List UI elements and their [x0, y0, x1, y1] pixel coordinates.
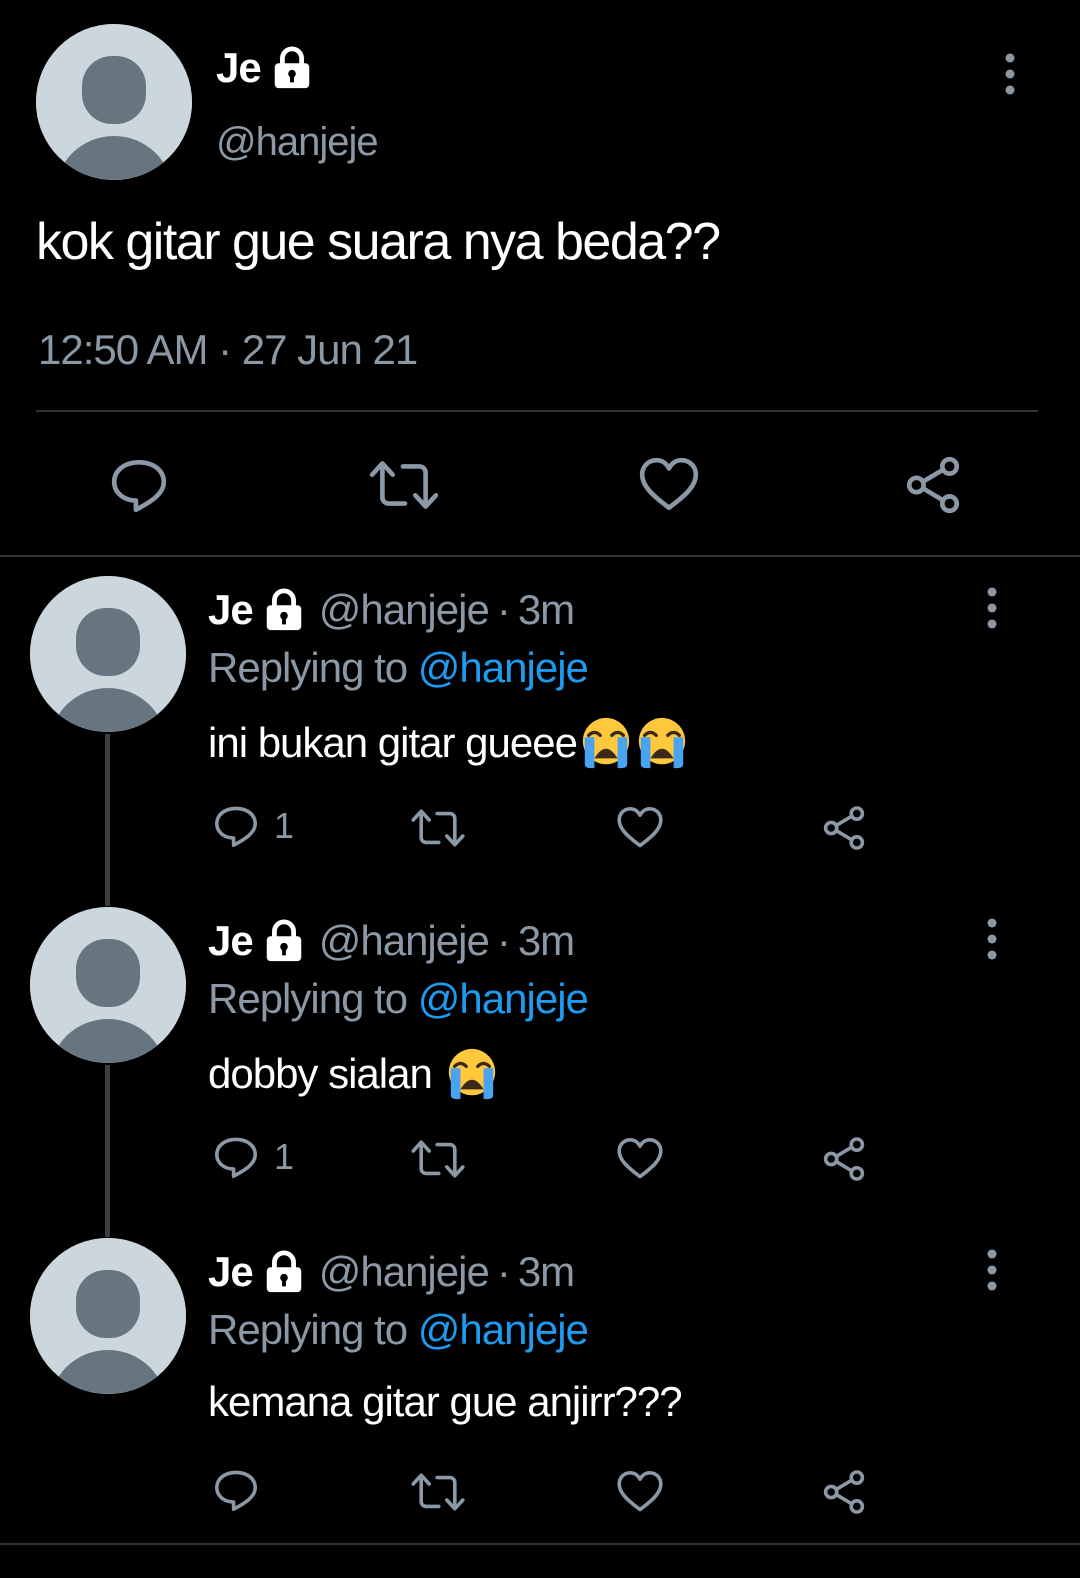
reply-text: dobby sialan — [208, 1047, 499, 1101]
reply-button[interactable] — [212, 1466, 260, 1514]
reply-text-content: kemana gitar gue anjirr??? — [208, 1378, 683, 1425]
more-vertical-icon[interactable] — [984, 1248, 1000, 1292]
thread-connector-line — [105, 734, 110, 906]
retweet-icon — [410, 804, 466, 852]
reply-text-content: dobby sialan — [208, 1050, 443, 1097]
loudly-crying-face-emoji — [635, 716, 689, 770]
display-name[interactable]: Je — [216, 44, 315, 92]
reply-header: Je @hanjeje · 3m — [208, 586, 575, 634]
reply-header: Je @hanjeje · 3m — [208, 917, 575, 965]
default-profile-icon — [30, 576, 186, 732]
like-button[interactable] — [638, 454, 700, 516]
like-icon — [616, 1135, 664, 1183]
avatar[interactable] — [30, 907, 186, 1063]
share-icon — [820, 1468, 868, 1516]
reply-count: 1 — [274, 805, 295, 846]
default-profile-icon — [30, 907, 186, 1063]
reply-tweet[interactable]: Je @hanjeje · 3m Replying to @hanjeje ke… — [0, 1218, 1080, 1549]
reply-button[interactable]: 1 — [212, 802, 294, 850]
loudly-crying-face-emoji — [579, 716, 633, 770]
separator: · — [496, 917, 511, 964]
retweet-button[interactable] — [410, 1135, 466, 1183]
display-name[interactable]: Je — [208, 1248, 254, 1296]
share-icon — [820, 804, 868, 852]
reply-time[interactable]: 3m — [518, 917, 575, 965]
more-vertical-icon[interactable] — [984, 917, 1000, 961]
like-icon — [638, 454, 700, 516]
share-button[interactable] — [820, 1135, 868, 1183]
user-handle[interactable]: @hanjeje — [319, 586, 490, 634]
reply-text: kemana gitar gue anjirr??? — [208, 1378, 683, 1426]
thread-connector-line — [105, 1065, 110, 1237]
replying-to: Replying to @hanjeje — [208, 975, 589, 1023]
retweet-button[interactable] — [410, 804, 466, 852]
more-vertical-icon[interactable] — [1002, 52, 1018, 96]
default-profile-icon — [36, 24, 192, 180]
reply-icon — [212, 1466, 260, 1514]
display-name-text: Je — [216, 44, 262, 91]
reply-icon — [212, 1133, 260, 1181]
retweet-button[interactable] — [368, 454, 440, 516]
share-icon — [820, 1135, 868, 1183]
share-button[interactable] — [820, 804, 868, 852]
reply-count: 1 — [274, 1136, 295, 1177]
reply-text-content: ini bukan gitar gueee — [208, 719, 578, 766]
lock-icon — [269, 45, 315, 91]
reply-button[interactable]: 1 — [212, 1133, 294, 1181]
tweet-text: kok gitar gue suara nya beda?? — [36, 213, 721, 271]
share-button[interactable] — [820, 1468, 868, 1516]
like-button[interactable] — [616, 1468, 664, 1516]
like-button[interactable] — [616, 1135, 664, 1183]
like-icon — [616, 1468, 664, 1516]
avatar[interactable] — [30, 576, 186, 732]
replying-to-handle[interactable]: @hanjeje — [418, 644, 589, 691]
replying-to-handle[interactable]: @hanjeje — [418, 975, 589, 1022]
display-name[interactable]: Je — [208, 917, 254, 965]
reply-icon — [212, 802, 260, 850]
replying-to-handle[interactable]: @hanjeje — [418, 1306, 589, 1353]
loudly-crying-face-emoji — [445, 1047, 499, 1101]
avatar[interactable] — [30, 1238, 186, 1394]
retweet-icon — [368, 454, 440, 516]
share-button[interactable] — [902, 454, 964, 516]
lock-icon — [261, 1249, 307, 1295]
lock-icon — [261, 587, 307, 633]
like-icon — [616, 804, 664, 852]
retweet-icon — [410, 1468, 466, 1516]
reply-tweet[interactable]: Je @hanjeje · 3m Replying to @hanjeje in… — [0, 556, 1080, 906]
tweet-timestamp[interactable]: 12:50 AM · 27 Jun 21 — [38, 326, 418, 374]
main-tweet: Je @hanjeje kok gitar gue suara nya beda… — [0, 0, 1080, 560]
more-vertical-icon[interactable] — [984, 586, 1000, 630]
divider — [36, 410, 1038, 412]
retweet-icon — [410, 1135, 466, 1183]
user-handle[interactable]: @hanjeje — [319, 917, 490, 965]
separator: · — [496, 1248, 511, 1295]
reply-icon — [108, 454, 170, 516]
replying-to: Replying to @hanjeje — [208, 644, 589, 692]
retweet-button[interactable] — [410, 1468, 466, 1516]
display-name[interactable]: Je — [208, 586, 254, 634]
user-handle[interactable]: @hanjeje — [216, 120, 379, 165]
reply-button[interactable] — [108, 454, 170, 516]
reply-time[interactable]: 3m — [518, 1248, 575, 1296]
separator: · — [496, 586, 511, 633]
avatar[interactable] — [36, 24, 192, 180]
replying-to-label: Replying to — [208, 975, 408, 1022]
replying-to: Replying to @hanjeje — [208, 1306, 589, 1354]
like-button[interactable] — [616, 804, 664, 852]
reply-text: ini bukan gitar gueee — [208, 716, 689, 770]
lock-icon — [261, 918, 307, 964]
share-icon — [902, 454, 964, 516]
reply-tweet[interactable]: Je @hanjeje · 3m Replying to @hanjeje do… — [0, 887, 1080, 1237]
user-handle[interactable]: @hanjeje — [319, 1248, 490, 1296]
reply-header: Je @hanjeje · 3m — [208, 1248, 575, 1296]
replying-to-label: Replying to — [208, 1306, 408, 1353]
divider — [0, 1543, 1080, 1545]
replying-to-label: Replying to — [208, 644, 408, 691]
default-profile-icon — [30, 1238, 186, 1394]
reply-time[interactable]: 3m — [518, 586, 575, 634]
